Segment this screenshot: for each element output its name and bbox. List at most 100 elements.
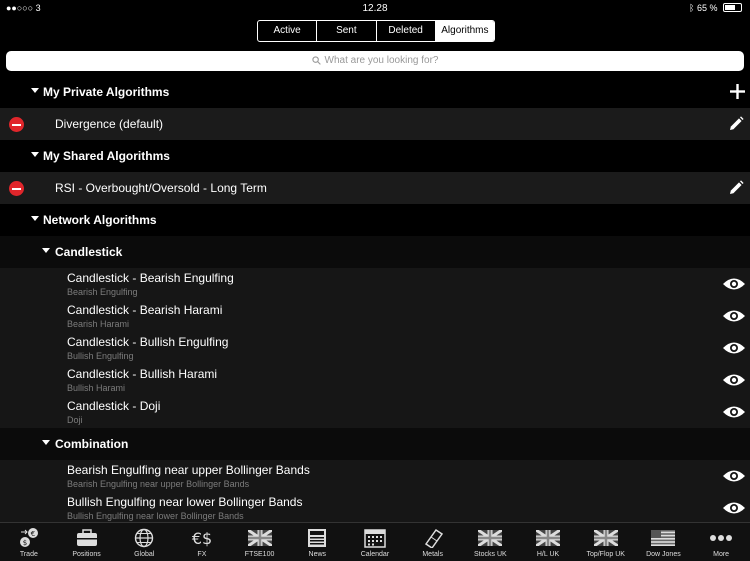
disclosure-triangle-icon xyxy=(42,248,50,253)
status-bar: ●●○○○ 3 12.28 ᛒ 65 % xyxy=(0,0,750,16)
tab-label: FX xyxy=(197,551,207,558)
tab-label: Positions xyxy=(72,551,101,558)
tab-calendar[interactable]: Calendar xyxy=(346,523,404,561)
us-flag-icon xyxy=(651,530,676,546)
tab-stocks-uk[interactable]: Stocks UK xyxy=(462,523,520,561)
item-title: Candlestick - Bullish Harami xyxy=(67,367,218,381)
item-title: Candlestick - Bullish Engulfing xyxy=(67,335,229,349)
positions-icon xyxy=(76,529,97,546)
edit-pencil-icon[interactable] xyxy=(728,116,744,132)
tab-news[interactable]: News xyxy=(288,523,346,561)
tab-metals[interactable]: Metals xyxy=(404,523,462,561)
disclosure-triangle-icon xyxy=(31,152,39,157)
uk-flag-icon xyxy=(247,530,272,546)
tab-dow-jones[interactable]: Dow Jones xyxy=(635,523,693,561)
status-time: 12.28 xyxy=(362,3,388,14)
tab-label: Dow Jones xyxy=(646,551,681,558)
tab-more[interactable]: More xyxy=(692,523,750,561)
search-icon xyxy=(311,56,321,65)
group-header-candlestick[interactable]: Candlestick xyxy=(0,236,750,268)
svg-text:$: $ xyxy=(23,539,27,547)
algorithm-name: RSI - Overbought/Oversold - Long Term xyxy=(55,181,267,195)
globe-icon xyxy=(135,528,154,548)
algorithms-list[interactable]: My Private Algorithms Divergence (defaul… xyxy=(0,76,750,522)
item-title: Candlestick - Doji xyxy=(67,399,161,413)
tab-label: Metals xyxy=(422,551,443,558)
item-title: Bearish Engulfing near upper Bollinger B… xyxy=(67,463,310,477)
eye-icon[interactable] xyxy=(722,405,746,419)
uk-flag-icon xyxy=(593,530,618,546)
item-title: Candlestick - Bearish Engulfing xyxy=(67,271,234,285)
tab-label: FTSE100 xyxy=(244,551,275,558)
segmented-control: Active Sent Deleted Algorithms xyxy=(257,20,495,42)
algorithm-row-rsi[interactable]: RSI - Overbought/Oversold - Long Term xyxy=(0,172,750,204)
tab-fx[interactable]: €$ FX xyxy=(173,523,231,561)
item-subtitle: Bullish Harami xyxy=(67,383,126,393)
eye-icon[interactable] xyxy=(722,309,746,323)
trade-icon: €$ xyxy=(19,528,38,547)
list-item[interactable]: Candlestick - Bearish Harami Bearish Har… xyxy=(0,300,750,332)
tab-label: Calendar xyxy=(360,551,390,558)
segment-active[interactable]: Active xyxy=(258,21,318,41)
section-header-shared[interactable]: My Shared Algorithms xyxy=(0,140,750,172)
bluetooth-icon: ᛒ xyxy=(689,3,695,13)
metals-icon xyxy=(424,528,443,548)
fx-icon: €$ xyxy=(192,529,212,548)
item-title: Bullish Engulfing near lower Bollinger B… xyxy=(67,495,303,509)
section-header-network[interactable]: Network Algorithms xyxy=(0,204,750,236)
item-subtitle: Doji xyxy=(67,415,83,425)
item-subtitle: Bearish Engulfing near upper Bollinger B… xyxy=(67,479,250,489)
section-title: My Shared Algorithms xyxy=(43,149,170,163)
group-header-combination[interactable]: Combination xyxy=(0,428,750,460)
edit-pencil-icon[interactable] xyxy=(728,180,744,196)
more-icon xyxy=(710,535,733,541)
list-item[interactable]: Candlestick - Bearish Engulfing Bearish … xyxy=(0,268,750,300)
tab-label: Global xyxy=(134,551,155,558)
item-title: Candlestick - Bearish Harami xyxy=(67,303,223,317)
tab-trade[interactable]: € $ Trade xyxy=(0,523,58,561)
tab-hl-uk[interactable]: H/L UK xyxy=(519,523,577,561)
group-title: Combination xyxy=(55,437,129,451)
list-item[interactable]: Candlestick - Bullish Engulfing Bullish … xyxy=(0,332,750,364)
delete-minus-icon[interactable] xyxy=(9,181,24,196)
eye-icon[interactable] xyxy=(722,501,746,515)
add-algorithm-button[interactable] xyxy=(730,84,745,99)
item-subtitle: Bearish Harami xyxy=(67,319,130,329)
tab-positions[interactable]: Positions xyxy=(58,523,116,561)
tab-label: H/L UK xyxy=(536,551,560,558)
tab-top-flop-uk[interactable]: Top/Flop UK xyxy=(577,523,635,561)
item-subtitle: Bearish Engulfing xyxy=(67,287,138,297)
news-icon xyxy=(308,529,327,547)
battery-percent: 65 % xyxy=(696,3,718,13)
disclosure-triangle-icon xyxy=(42,440,50,445)
segment-algorithms[interactable]: Algorithms xyxy=(435,21,494,41)
segment-deleted[interactable]: Deleted xyxy=(377,21,436,41)
delete-minus-icon[interactable] xyxy=(9,117,24,132)
eye-icon[interactable] xyxy=(722,341,746,355)
tab-bar: € $ Trade Positions Global €$ FX FTSE100 … xyxy=(0,522,750,561)
uk-flag-icon xyxy=(536,530,561,546)
tab-label: Trade xyxy=(19,551,38,558)
segment-sent[interactable]: Sent xyxy=(317,21,377,41)
item-subtitle: Bullish Engulfing near lower Bollinger B… xyxy=(67,511,244,521)
list-item[interactable]: Bearish Engulfing near upper Bollinger B… xyxy=(0,460,750,492)
search-placeholder: What are you looking for? xyxy=(324,55,439,66)
section-header-private[interactable]: My Private Algorithms xyxy=(0,76,750,108)
list-item[interactable]: Candlestick - Bullish Harami Bullish Har… xyxy=(0,364,750,396)
algorithm-row-divergence[interactable]: Divergence (default) xyxy=(0,108,750,140)
tab-label: Top/Flop UK xyxy=(586,551,625,558)
group-title: Candlestick xyxy=(55,245,123,259)
svg-text:€: € xyxy=(31,530,35,538)
disclosure-triangle-icon xyxy=(31,216,39,221)
algorithm-name: Divergence (default) xyxy=(55,117,164,131)
eye-icon[interactable] xyxy=(722,373,746,387)
tab-ftse100[interactable]: FTSE100 xyxy=(231,523,289,561)
eye-icon[interactable] xyxy=(722,469,746,483)
eye-icon[interactable] xyxy=(722,277,746,291)
list-item[interactable]: Bullish Engulfing near lower Bollinger B… xyxy=(0,492,750,522)
list-item[interactable]: Candlestick - Doji Doji xyxy=(0,396,750,428)
section-title: My Private Algorithms xyxy=(43,85,170,99)
svg-text:€$: €$ xyxy=(192,529,212,548)
tab-global[interactable]: Global xyxy=(115,523,173,561)
search-input[interactable]: What are you looking for? xyxy=(6,51,744,71)
